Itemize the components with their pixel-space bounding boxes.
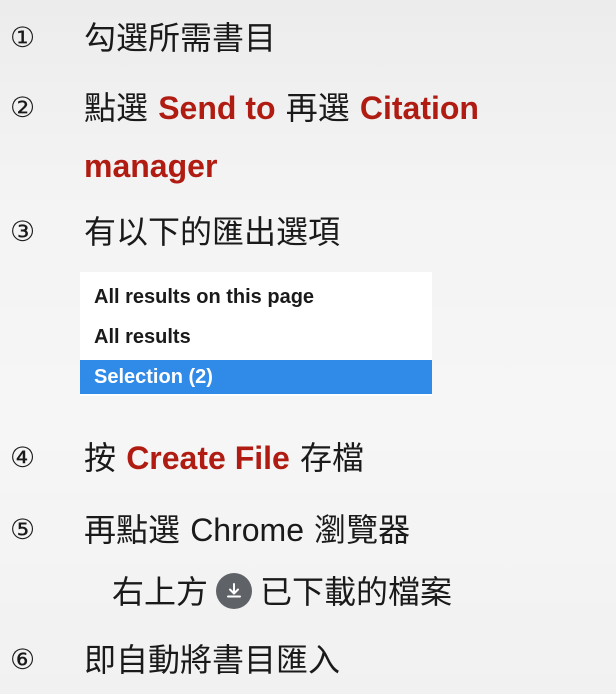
step-2-number: ② (10, 91, 36, 124)
step-4-number: ④ (10, 441, 36, 474)
step-1-number: ① (10, 21, 36, 54)
step-6-text: 即自動將書目匯入 (84, 641, 341, 679)
step-5-line2-post: 已下載的檔案 (260, 573, 453, 611)
step-5-pre: 再點選 (84, 511, 191, 549)
step-2-pre: 點選 (84, 89, 159, 127)
step-2-text: 點選 Send to 再選 Citation (84, 88, 479, 128)
step-5-line2-pre: 右上方 (112, 573, 209, 611)
step-5-post: 瀏覽器 (304, 511, 411, 549)
step-4-post: 存檔 (289, 439, 364, 477)
step-3-number: ③ (10, 215, 36, 248)
citation-label: Citation (359, 90, 479, 126)
manager-label: manager (84, 148, 218, 184)
step-2-mid: 再選 (275, 89, 360, 127)
download-icon (216, 573, 253, 609)
step-5-line2: 右上方 已下載的檔案 (112, 572, 452, 612)
option-selection[interactable]: Selection (2) (80, 360, 432, 394)
option-all-results[interactable]: All results (80, 320, 432, 354)
step-5-text: 再點選 Chrome 瀏覽器 (84, 510, 410, 550)
step-3-text: 有以下的匯出選項 (84, 213, 341, 251)
option-all-results-on-page[interactable]: All results on this page (80, 280, 432, 314)
step-4-text: 按 Create File 存檔 (84, 438, 364, 478)
step-1-text: 勾選所需書目 (84, 19, 277, 57)
send-to-label: Send to (158, 90, 276, 126)
step-6-number: ⑥ (10, 643, 36, 676)
export-options-dropdown[interactable]: All results on this page All results Sel… (80, 272, 432, 396)
chrome-label: Chrome (190, 512, 304, 548)
create-file-label: Create File (126, 440, 290, 476)
step-4-pre: 按 (84, 439, 127, 477)
step-5-number: ⑤ (10, 513, 36, 546)
